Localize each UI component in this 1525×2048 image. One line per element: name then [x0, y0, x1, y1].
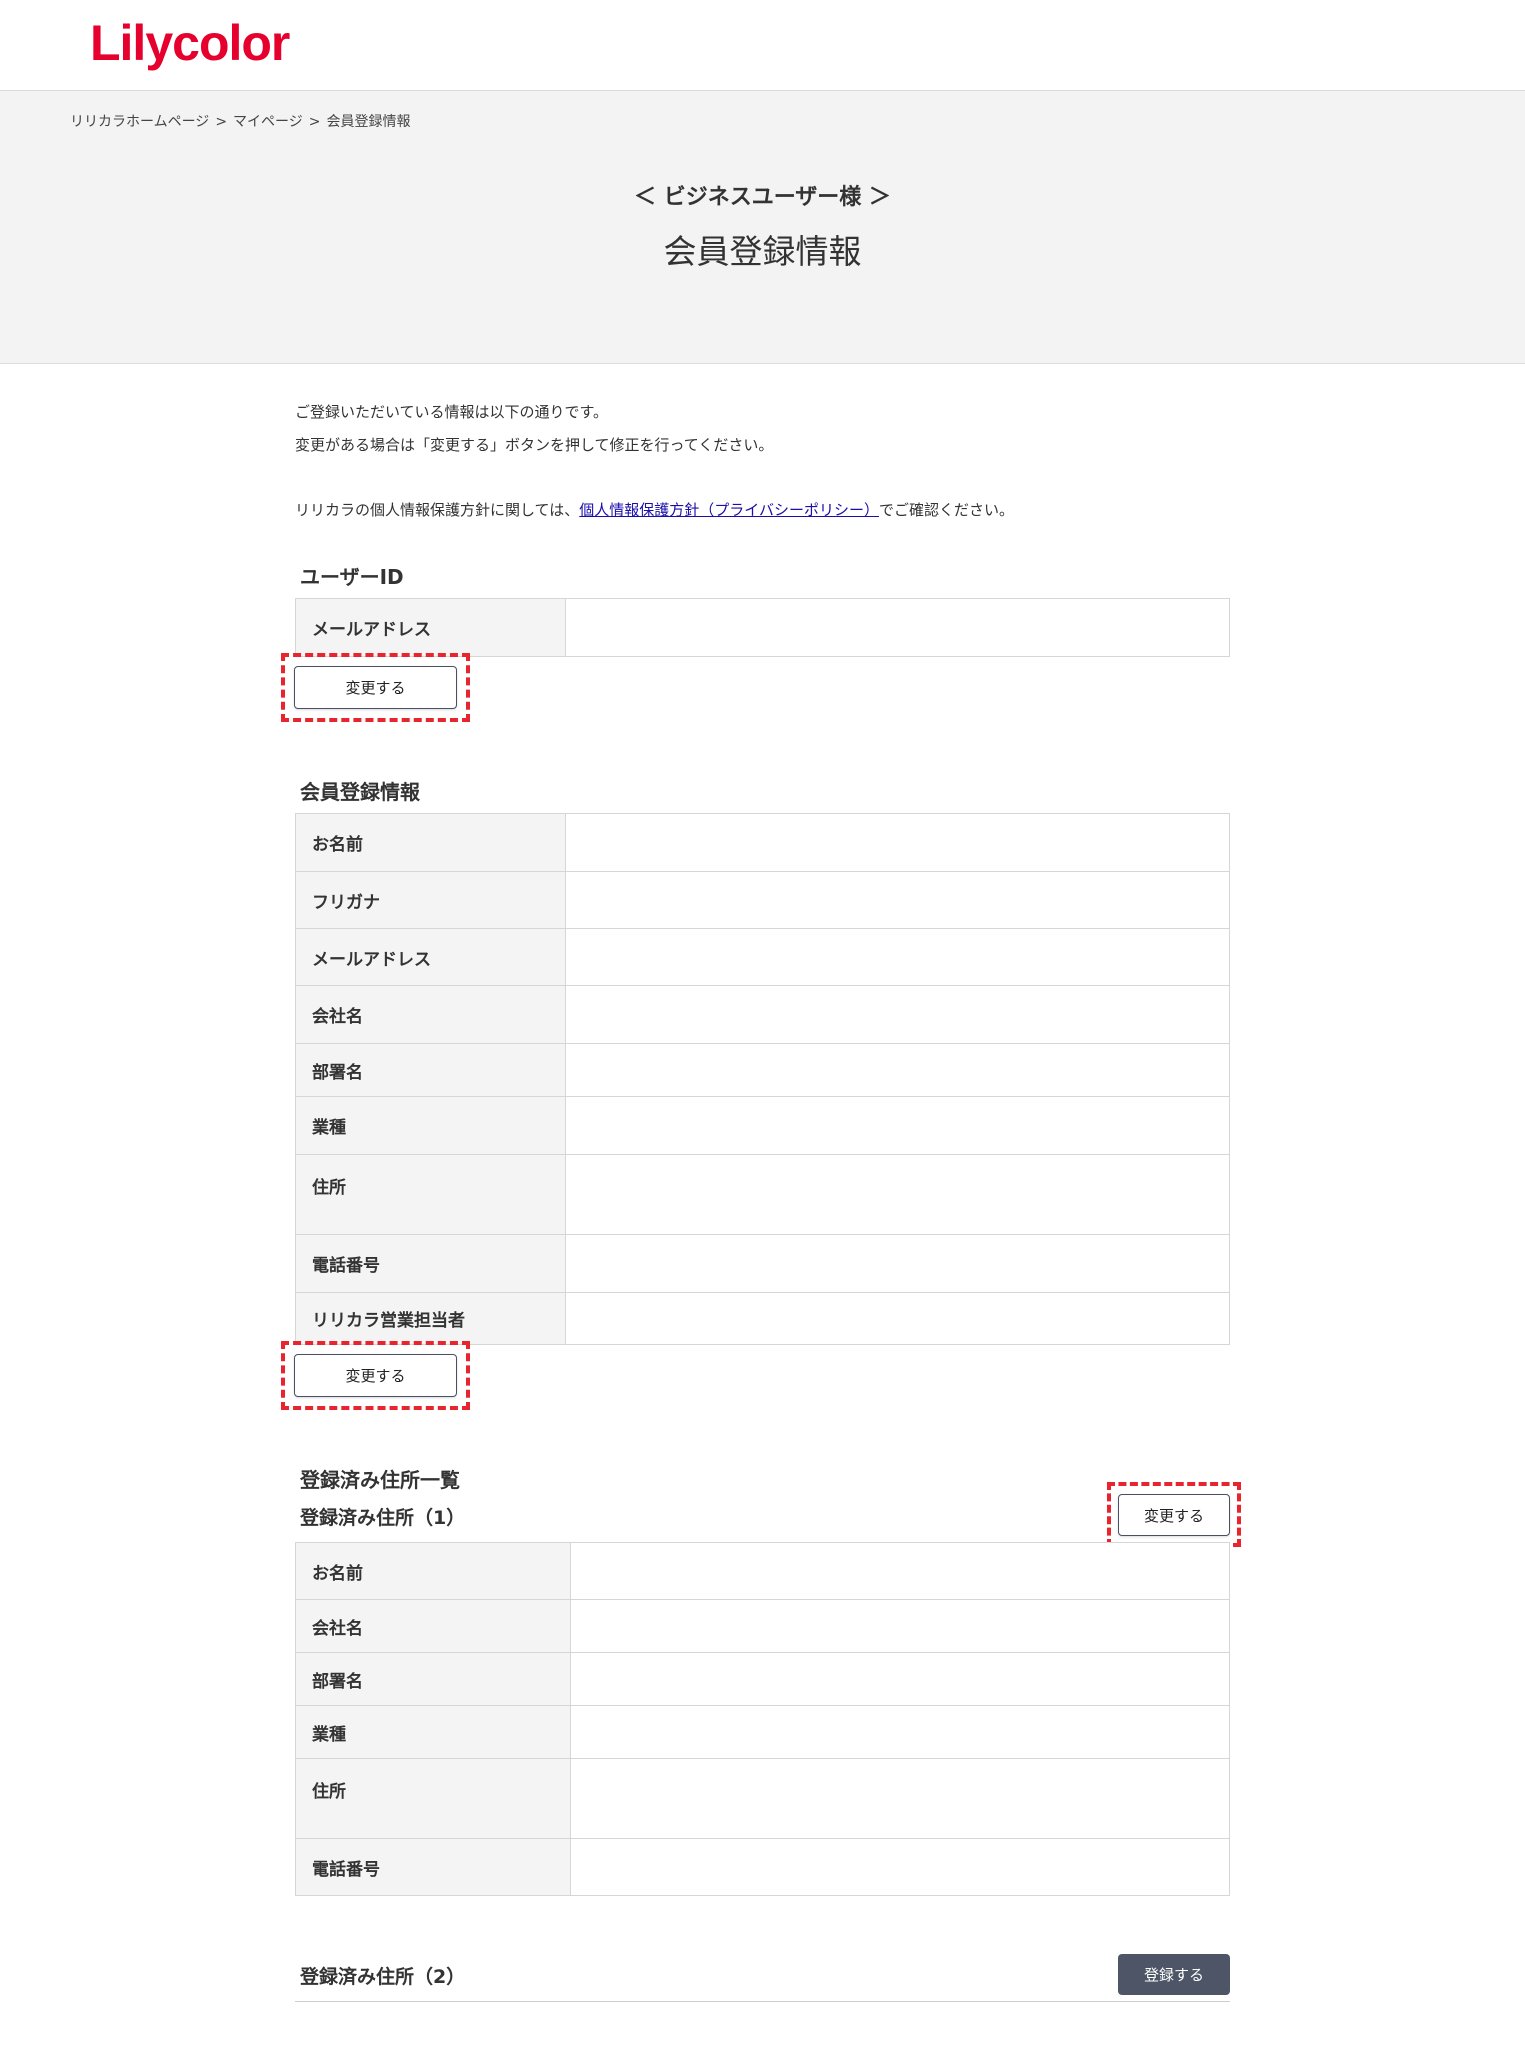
privacy-policy-link[interactable]: 個人情報保護方針（プライバシーポリシー）	[579, 501, 879, 519]
address-1-table: お名前 会社名 部署名 業種 住所 電話番号	[295, 1542, 1230, 1896]
table-row: 会社名	[295, 985, 1230, 1044]
table-row: 部署名	[295, 1043, 1230, 1097]
table-row: 電話番号	[295, 1234, 1230, 1293]
user-id-section-title: ユーザーID	[300, 565, 404, 589]
breadcrumb-current: 会員登録情報	[326, 114, 411, 130]
table-row: リリカラ営業担当者	[295, 1292, 1230, 1345]
breadcrumb-home-link[interactable]: リリカラホームページ	[70, 114, 209, 130]
privacy-text-before: リリカラの個人情報保護方針に関しては、	[295, 501, 580, 519]
member-info-table: お名前 フリガナ メールアドレス 会社名 部署名 業種 住所 電話番号 リリカラ…	[295, 813, 1230, 1345]
table-row: 会社名	[295, 1599, 1230, 1653]
privacy-text-after: でご確認ください。	[878, 501, 1014, 519]
table-row: 住所	[295, 1154, 1230, 1235]
row-value	[565, 871, 1230, 929]
row-label: 業種	[295, 1096, 566, 1155]
register-address-2-button[interactable]: 登録する	[1118, 1954, 1230, 1995]
row-label: フリガナ	[295, 871, 566, 929]
row-label: 部署名	[295, 1652, 571, 1706]
row-value	[570, 1758, 1230, 1839]
change-user-id-button[interactable]: 変更する	[294, 666, 457, 709]
row-value	[565, 1154, 1230, 1235]
row-value	[570, 1599, 1230, 1653]
hero-subtitle: ＜ ビジネスユーザー様 ＞	[634, 185, 891, 210]
intro-line-2: 変更がある場合は「変更する」ボタンを押して修正を行ってください。	[295, 436, 774, 454]
table-row: 業種	[295, 1096, 1230, 1155]
address-list-title: 登録済み住所一覧	[300, 1468, 460, 1492]
row-value	[565, 1292, 1230, 1345]
row-label: 住所	[295, 1758, 571, 1839]
breadcrumb: リリカラホームページ > マイページ > 会員登録情報	[70, 111, 411, 131]
row-label: 会社名	[295, 1599, 571, 1653]
breadcrumb-separator: >	[308, 114, 321, 130]
row-value	[565, 1043, 1230, 1097]
row-value	[570, 1705, 1230, 1759]
breadcrumb-mypage-link[interactable]: マイページ	[233, 114, 303, 130]
table-row: 部署名	[295, 1652, 1230, 1706]
intro-line-3: リリカラの個人情報保護方針に関しては、個人情報保護方針（プライバシーポリシー）で…	[295, 499, 1014, 520]
change-address-1-button[interactable]: 変更する	[1118, 1494, 1230, 1536]
row-label: 会社名	[295, 985, 566, 1044]
row-value	[565, 1096, 1230, 1155]
user-id-table: メールアドレス	[295, 598, 1230, 657]
page-title: 会員登録情報	[663, 232, 862, 271]
page-hero: リリカラホームページ > マイページ > 会員登録情報 ＜ ビジネスユーザー様 ＞ 会員…	[0, 91, 1525, 364]
row-label: 電話番号	[295, 1838, 571, 1896]
intro-line-1: ご登録いただいている情報は以下の通りです。	[295, 403, 609, 421]
row-label: 業種	[295, 1705, 571, 1759]
site-header: Lilycolor	[0, 0, 1525, 91]
breadcrumb-separator: >	[215, 114, 228, 130]
change-member-info-button[interactable]: 変更する	[294, 1354, 457, 1397]
address-1-title: 登録済み住所（1）	[300, 1507, 466, 1529]
lilycolor-logo[interactable]: Lilycolor	[90, 14, 290, 72]
row-value	[570, 1542, 1230, 1600]
table-row: お名前	[295, 813, 1230, 872]
table-row: メールアドレス	[295, 928, 1230, 986]
table-row: お名前	[295, 1542, 1230, 1600]
table-row: 住所	[295, 1758, 1230, 1839]
row-value	[565, 928, 1230, 986]
row-value	[565, 813, 1230, 872]
table-row: 電話番号	[295, 1838, 1230, 1896]
row-label: メールアドレス	[295, 928, 566, 986]
row-label: お名前	[295, 813, 566, 872]
row-label: リリカラ営業担当者	[295, 1292, 566, 1345]
table-row: メールアドレス	[295, 598, 1230, 657]
address-2-title: 登録済み住所（2）	[300, 1966, 466, 1988]
table-row: フリガナ	[295, 871, 1230, 929]
row-label: お名前	[295, 1542, 571, 1600]
row-label: メールアドレス	[295, 598, 566, 657]
row-label: 電話番号	[295, 1234, 566, 1293]
row-label: 部署名	[295, 1043, 566, 1097]
row-label: 住所	[295, 1154, 566, 1235]
row-value	[565, 985, 1230, 1044]
row-value	[570, 1652, 1230, 1706]
table-row: 業種	[295, 1705, 1230, 1759]
member-section-title: 会員登録情報	[300, 780, 420, 804]
row-value	[570, 1838, 1230, 1896]
row-value	[565, 598, 1230, 657]
row-value	[565, 1234, 1230, 1293]
divider	[295, 2001, 1230, 2002]
